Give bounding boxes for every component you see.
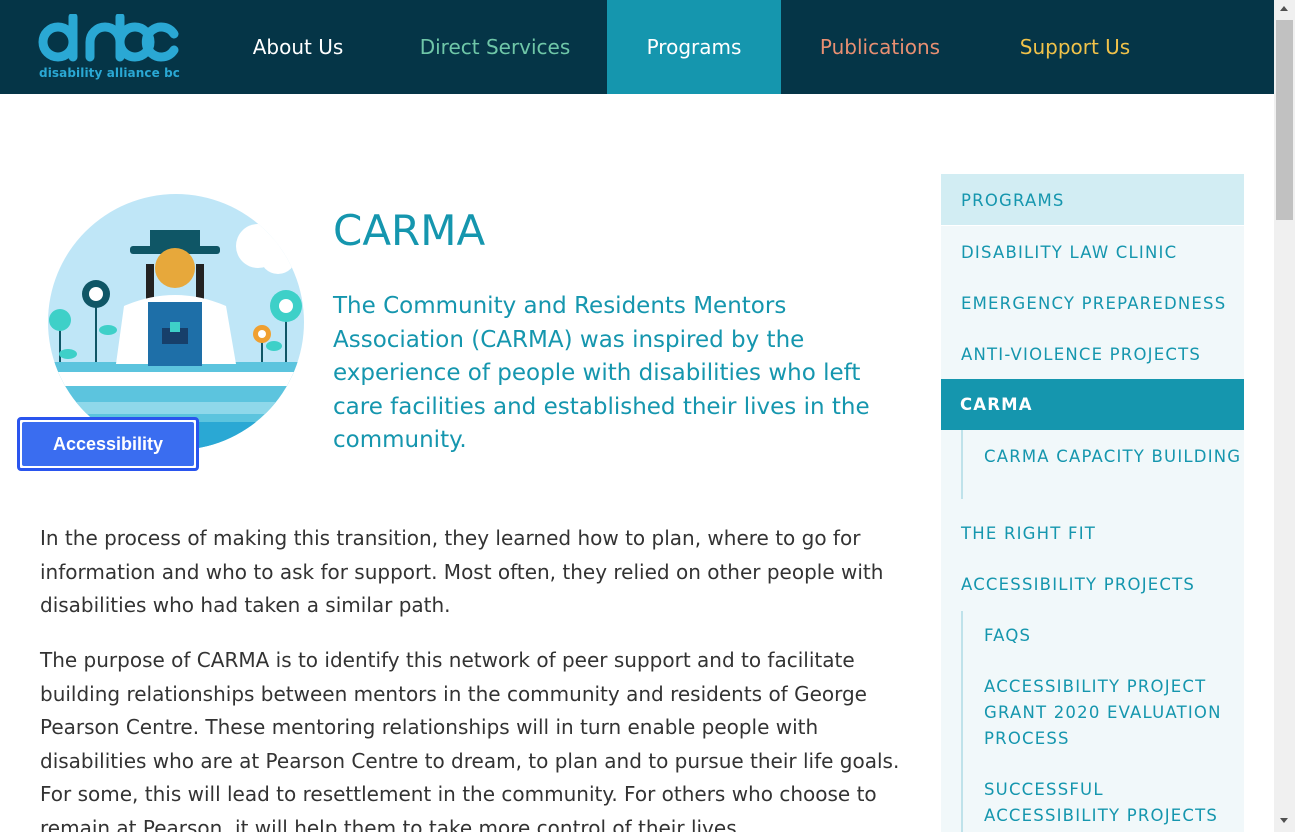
sidebar-item-label: THE RIGHT FIT (961, 524, 1097, 543)
nav-direct-services[interactable]: Direct Services (403, 0, 587, 94)
sidebar-heading-programs[interactable]: PROGRAMS (941, 174, 1244, 226)
scroll-down-arrow-icon[interactable] (1280, 818, 1288, 823)
sidebar-item-label: CARMA CAPACITY BUILDING (984, 447, 1242, 466)
sidebar-item-emergency-preparedness[interactable]: EMERGENCY PREPAREDNESS (941, 291, 1244, 317)
sidebar-item-the-right-fit[interactable]: THE RIGHT FIT (941, 521, 1244, 547)
nav-programs[interactable]: Programs (607, 0, 781, 94)
sidebar-heading-label: PROGRAMS (961, 191, 1065, 210)
scroll-up-arrow-icon[interactable] (1280, 6, 1288, 11)
sidebar-item-label: CARMA (960, 395, 1033, 414)
site-logo[interactable]: disability alliance bc (36, 12, 186, 84)
programs-sidebar: PROGRAMS DISABILITY LAW CLINIC EMERGENCY… (941, 174, 1244, 832)
sidebar-item-label: EMERGENCY PREPAREDNESS (961, 294, 1227, 313)
sidebar-item-label: ANTI-VIOLENCE PROJECTS (961, 345, 1202, 364)
logo-text: disability alliance bc (39, 66, 181, 80)
page-title: CARMA (333, 206, 486, 255)
page-intro: The Community and Residents Mentors Asso… (333, 293, 870, 454)
sidebar-subitem-carma-capacity-building[interactable]: CARMA CAPACITY BUILDING (961, 430, 1244, 499)
sidebar-item-label: ACCESSIBILITY PROJECTS (961, 575, 1196, 594)
sidebar-subitem-successful-accessibility-projects[interactable]: SUCCESSFUL ACCESSIBILITY PROJECTS (961, 765, 1244, 832)
sidebar-item-label: ACCESSIBILITY PROJECT GRANT 2020 EVALUAT… (984, 677, 1222, 748)
nav-support-us[interactable]: Support Us (1000, 0, 1150, 94)
sidebar-item-label: SUCCESSFUL ACCESSIBILITY PROJECTS (984, 780, 1219, 825)
sidebar-item-label: FAQS (984, 626, 1032, 645)
carma-illustration (48, 194, 304, 450)
dabc-logo-mark (38, 12, 179, 62)
body-paragraph-2: The purpose of CARMA is to identify this… (40, 648, 900, 832)
sidebar-subitem-faqs[interactable]: FAQS (961, 611, 1244, 662)
sidebar-item-accessibility-projects[interactable]: ACCESSIBILITY PROJECTS (941, 572, 1244, 598)
site-header: disability alliance bc About Us Direct S… (0, 0, 1274, 94)
nav-about-us[interactable]: About Us (234, 0, 362, 94)
sidebar-item-anti-violence-projects[interactable]: ANTI-VIOLENCE PROJECTS (941, 342, 1244, 368)
accessibility-button-label: Accessibility (22, 422, 194, 466)
sidebar-subitem-grant-2020-evaluation[interactable]: ACCESSIBILITY PROJECT GRANT 2020 EVALUAT… (961, 662, 1244, 765)
page-scrollbar[interactable] (1274, 0, 1295, 832)
scroll-thumb[interactable] (1276, 20, 1293, 220)
accessibility-button[interactable]: Accessibility (17, 417, 199, 471)
body-paragraph-1: In the process of making this transition… (40, 526, 884, 618)
sidebar-item-label: DISABILITY LAW CLINIC (961, 243, 1178, 262)
sidebar-item-carma[interactable]: CARMA (941, 379, 1244, 430)
sidebar-item-disability-law-clinic[interactable]: DISABILITY LAW CLINIC (941, 240, 1244, 266)
nav-publications[interactable]: Publications (800, 0, 960, 94)
